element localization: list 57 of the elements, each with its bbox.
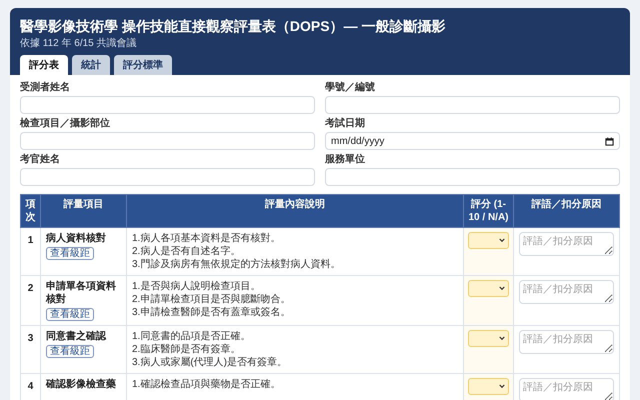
criterion-text: 1.病人各項基本資料是否有核對。 [132, 232, 282, 245]
row-number: 1 [20, 228, 40, 276]
criterion-text: 2.病人是否有自述名字。 [132, 245, 242, 258]
comment-field[interactable]: 評語／扣分原因 [519, 232, 614, 256]
column-header: 評量內容說明 [126, 194, 464, 228]
comment-field[interactable]: 評語／扣分原因 [519, 330, 614, 354]
row-number: 2 [20, 276, 40, 326]
field-label: 檢查項目／攝影部位 [20, 117, 111, 130]
criterion-text: 1.確認檢查品項與藥物是否正確。 [132, 378, 282, 391]
criterion-text: 1.是否與病人說明檢查項目。 [132, 280, 262, 293]
tab[interactable]: 評分表 [20, 55, 68, 75]
text-field[interactable] [325, 168, 620, 186]
criterion-text: 1.同意書的品項是否正確。 [132, 330, 252, 343]
comment-field[interactable]: 評語／扣分原因 [519, 378, 614, 400]
field-label: 受測者姓名 [20, 81, 71, 94]
score-select[interactable] [468, 330, 509, 347]
page-title: 醫學影像技術學 操作技能直接觀察評量表（DOPS）— 一般診斷攝影 [20, 17, 446, 35]
page-subtitle: 依據 112 年 6/15 共識會議 [20, 37, 138, 50]
item-title: 同意書之確認 [46, 330, 108, 343]
field-label: 考官姓名 [20, 153, 61, 166]
text-field[interactable] [20, 132, 315, 150]
score-select[interactable] [468, 232, 509, 249]
score-select[interactable] [468, 280, 509, 297]
column-header: 評量項目 [40, 194, 126, 228]
tab[interactable]: 統計 [72, 55, 110, 75]
row-number: 3 [20, 326, 40, 374]
tab[interactable]: 評分標準 [114, 55, 172, 75]
field-label: 學號／編號 [325, 81, 376, 94]
text-field[interactable] [20, 96, 315, 114]
criterion-text: 3.病人或家屬(代理人)是否有簽章。 [132, 356, 288, 369]
chevron-down-icon [499, 238, 505, 243]
field-label: 服務單位 [325, 153, 366, 166]
chevron-down-icon [499, 384, 505, 389]
chevron-down-icon [499, 286, 505, 291]
criterion-text: 2.申請單檢查項目是否與臆斷吻合。 [132, 293, 292, 306]
column-header: 評語／扣分原因 [514, 194, 620, 228]
criterion-text: 3.門診及病房有無依規定的方法核對病人資料。 [132, 258, 342, 271]
criterion-text: 3.申請檢查醫師是否有蓋章或簽名。 [132, 306, 292, 319]
text-field[interactable] [20, 168, 315, 186]
item-title: 確認影像檢查藥 [46, 378, 117, 391]
column-header: 項次 [20, 194, 40, 228]
chevron-down-icon [499, 336, 505, 341]
field-label: 考試日期 [325, 117, 366, 130]
item-title: 申請單各項資料核對 [46, 280, 117, 306]
item-title: 病人資料核對 [46, 232, 107, 245]
text-field[interactable] [325, 96, 620, 114]
calendar-icon[interactable] [605, 136, 614, 146]
view-levels-button[interactable]: 查看級距 [46, 308, 94, 321]
column-header: 評分 (1-10 / N/A) [464, 194, 514, 228]
view-levels-button[interactable]: 查看級距 [46, 345, 94, 358]
criterion-text: 2.臨床醫師是否有簽章。 [132, 343, 242, 356]
date-field[interactable]: mm/dd/yyyy [325, 132, 620, 150]
view-levels-button[interactable]: 查看級距 [46, 247, 94, 260]
date-placeholder: mm/dd/yyyy [331, 136, 384, 146]
row-number: 4 [20, 374, 40, 400]
comment-field[interactable]: 評語／扣分原因 [519, 280, 614, 304]
score-select[interactable] [468, 378, 509, 395]
